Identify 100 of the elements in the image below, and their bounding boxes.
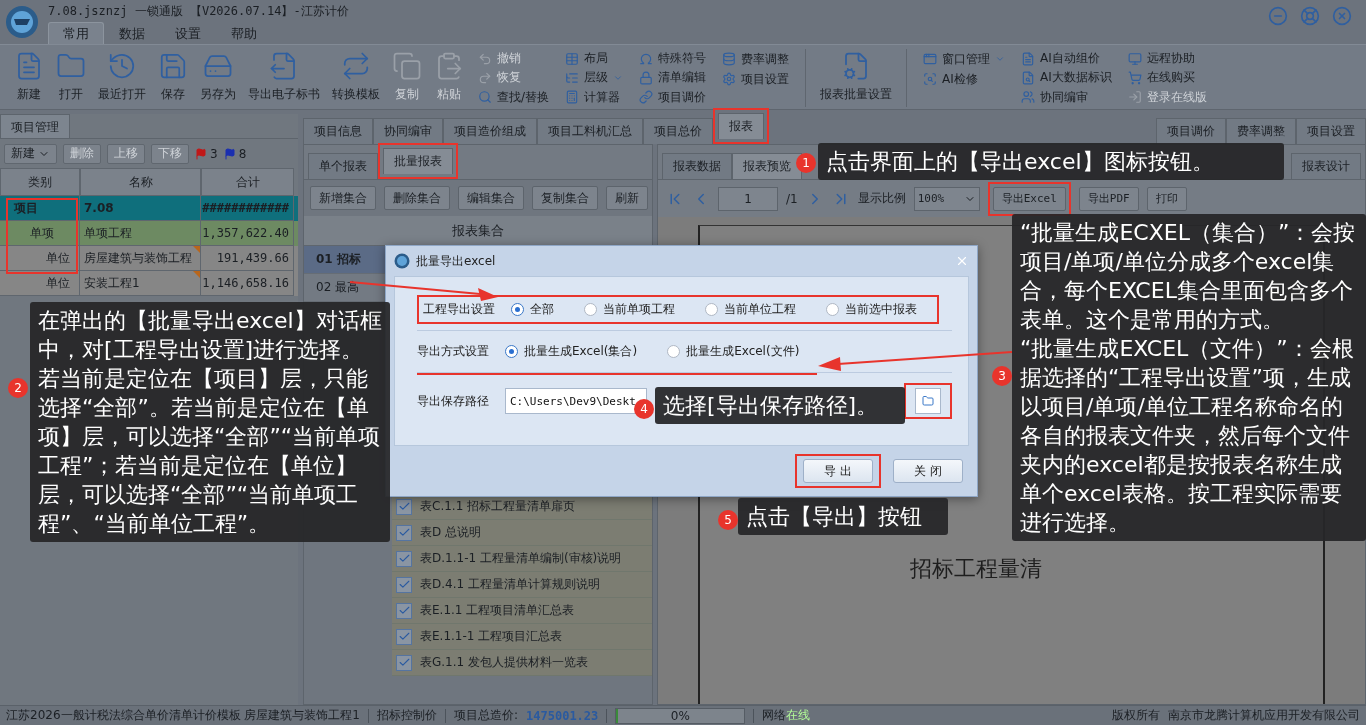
- tab[interactable]: 报表设计: [1291, 153, 1361, 179]
- tab[interactable]: 单个报表: [308, 153, 378, 179]
- toolbar-button[interactable]: 协同编审: [1021, 87, 1112, 107]
- collection-button[interactable]: 复制集合: [532, 186, 598, 210]
- dialog-button[interactable]: 导 出: [803, 459, 873, 483]
- radio-option[interactable]: 当前单项工程: [584, 301, 675, 318]
- toolbar-button[interactable]: AI检修: [923, 69, 1006, 89]
- toolbar-button[interactable]: 层级: [565, 68, 624, 88]
- settings-icon: [722, 72, 737, 86]
- close-icon[interactable]: [955, 254, 969, 268]
- app-logo[interactable]: [5, 5, 39, 39]
- database-icon: [722, 52, 737, 66]
- tree-row[interactable]: 单位 安装工程1 1,146,658.16: [0, 271, 298, 296]
- tree-row[interactable]: 项目 7.08 ############: [0, 196, 298, 221]
- toolbar-button[interactable]: 窗口管理: [923, 49, 1006, 69]
- callout-text: “批量生成ECXEL（集合）”：会按项目/单项/单位分成多个excel集合，每个EXCEL集合里面包含多个表单。这个是常用的方式。: [1020, 219, 1357, 334]
- ribbon-button[interactable]: 最近打开: [92, 49, 152, 107]
- ribbon-button[interactable]: 转换模板: [326, 49, 386, 107]
- tab[interactable]: 项目造价组成: [443, 118, 537, 144]
- copyright: 版权所有 南京市龙腾计算机应用开发有限公司: [1112, 707, 1360, 724]
- radio[interactable]: [511, 303, 524, 316]
- checkbox[interactable]: [396, 576, 412, 593]
- radio[interactable]: [505, 345, 518, 358]
- tab[interactable]: 协同编审: [373, 118, 443, 144]
- radio[interactable]: [705, 303, 718, 316]
- toolbar-button[interactable]: 新建: [4, 143, 57, 164]
- report-item[interactable]: 表G.1.1 发包人提供材料一览表: [392, 650, 652, 676]
- checkbox[interactable]: [396, 602, 412, 619]
- radio-option[interactable]: 批量生成Excel(文件): [667, 343, 800, 360]
- checkbox[interactable]: [396, 498, 412, 515]
- radio-option[interactable]: 当前单位工程: [705, 301, 796, 318]
- collection-button[interactable]: 编辑集合: [458, 186, 524, 210]
- browse-button[interactable]: [915, 388, 941, 414]
- toolbar-button[interactable]: 项目设置: [722, 69, 790, 89]
- collection-button[interactable]: 新增集合: [310, 186, 376, 210]
- restore-icon[interactable]: [1300, 6, 1320, 26]
- toolbar-button[interactable]: 打印: [1146, 186, 1187, 211]
- menu-tab[interactable]: 数据: [104, 22, 160, 44]
- progress-text: 0%: [670, 708, 690, 723]
- tab[interactable]: 项目调价: [1156, 118, 1226, 144]
- callout-text: 点击【导出】按钮: [746, 503, 923, 531]
- ribbon-button[interactable]: 报表批量设置: [814, 49, 899, 107]
- toolbar-button[interactable]: 清单编辑: [639, 68, 707, 88]
- toolbar-button[interactable]: AI大数据标识: [1021, 68, 1112, 88]
- checkbox[interactable]: [396, 628, 412, 645]
- toolbar-button[interactable]: 布局: [565, 49, 624, 69]
- report-item[interactable]: 表E.1.1 工程项目清单汇总表: [392, 598, 652, 624]
- menu-tab[interactable]: 设置: [160, 22, 216, 44]
- report-item[interactable]: 表D 总说明: [392, 520, 652, 546]
- toolbar-button[interactable]: 查找/替换: [478, 87, 550, 107]
- close-icon[interactable]: [1332, 6, 1352, 26]
- tree-row[interactable]: 单项 单项工程 1,357,622.40: [0, 221, 298, 246]
- tab[interactable]: 项目总价: [643, 118, 713, 144]
- report-item[interactable]: 表D.4.1 工程量清单计算规则说明: [392, 572, 652, 598]
- report-item[interactable]: 表E.1.1-1 工程项目汇总表: [392, 624, 652, 650]
- dialog-button[interactable]: 关 闭: [893, 459, 963, 483]
- panel-tab[interactable]: 项目管理: [0, 114, 70, 138]
- toolbar-button[interactable]: 在线购买: [1127, 68, 1207, 88]
- toolbar-button[interactable]: 远程协助: [1127, 49, 1207, 69]
- tab[interactable]: 项目工料机汇总: [537, 118, 643, 144]
- ribbon-button[interactable]: 打开: [50, 49, 92, 107]
- radio-option[interactable]: 批量生成Excel(集合): [505, 343, 638, 360]
- checkbox[interactable]: [396, 524, 412, 541]
- zoom-select[interactable]: 100%: [913, 186, 980, 211]
- tab[interactable]: 报表预览: [732, 153, 802, 179]
- toolbar-button[interactable]: 特殊符号: [639, 49, 707, 69]
- toolbar-button[interactable]: 计算器: [565, 87, 624, 107]
- tab[interactable]: 报表: [718, 113, 764, 139]
- ribbon-button[interactable]: 另存为: [194, 49, 242, 107]
- ribbon-button[interactable]: 导出电子标书: [242, 49, 326, 107]
- link-icon: [639, 90, 654, 105]
- report-item[interactable]: 表D.1.1-1 工程量清单编制(审核)说明: [392, 546, 652, 572]
- page-field[interactable]: 1: [718, 186, 778, 211]
- menu-tab[interactable]: 常用: [48, 22, 104, 44]
- toolbar-button[interactable]: 项目调价: [639, 87, 707, 107]
- tree-row[interactable]: 单位 房屋建筑与装饰工程 191,439.66: [0, 246, 298, 271]
- ribbon-button[interactable]: 保存: [152, 49, 194, 107]
- report-name: 表C.1.1 招标工程量清单扉页: [420, 498, 576, 515]
- tab[interactable]: 费率调整: [1226, 118, 1296, 144]
- toolbar-button[interactable]: AI自动组价: [1021, 49, 1112, 69]
- radio[interactable]: [826, 303, 839, 316]
- toolbar-button[interactable]: 导出Excel: [992, 186, 1066, 211]
- radio[interactable]: [667, 345, 681, 358]
- collection-button[interactable]: 删除集合: [384, 186, 450, 210]
- toolbar-button[interactable]: 费率调整: [722, 49, 790, 69]
- tab[interactable]: 报表数据: [662, 153, 732, 179]
- radio[interactable]: [584, 303, 597, 316]
- ribbon-button[interactable]: 新建: [8, 49, 50, 107]
- tab[interactable]: 项目设置: [1296, 118, 1366, 144]
- checkbox[interactable]: [396, 654, 412, 671]
- toolbar-button[interactable]: 导出PDF: [1078, 186, 1139, 211]
- radio-option[interactable]: 当前选中报表: [826, 301, 917, 318]
- radio-option[interactable]: 全部: [511, 301, 554, 318]
- menu-tab[interactable]: 帮助: [216, 22, 272, 44]
- collection-button[interactable]: 刷新: [606, 186, 648, 210]
- tab[interactable]: 项目信息: [303, 118, 373, 144]
- checkbox[interactable]: [396, 550, 412, 567]
- caret-icon: [613, 73, 624, 83]
- tab[interactable]: 批量报表: [383, 148, 453, 174]
- minimize-icon[interactable]: [1268, 6, 1288, 26]
